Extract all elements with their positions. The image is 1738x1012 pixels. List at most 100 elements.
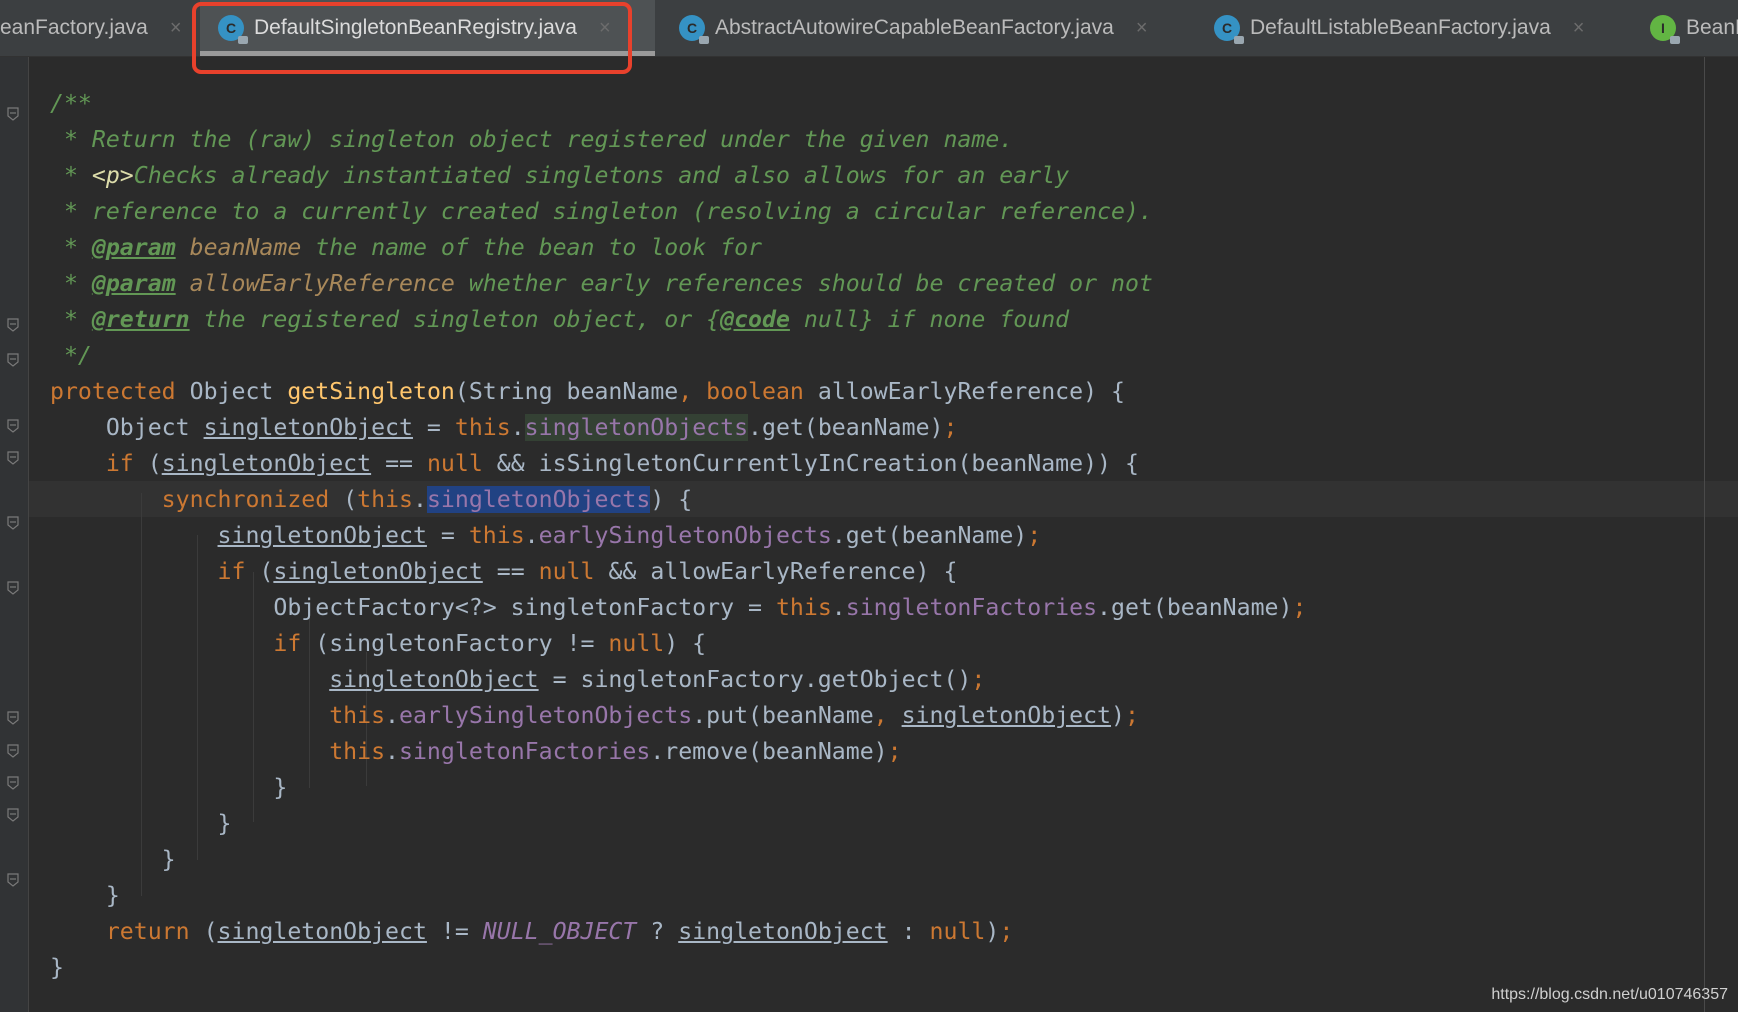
- code-line[interactable]: */: [50, 338, 1306, 374]
- fold-marker-icon[interactable]: [7, 710, 19, 725]
- code-token: <p>: [91, 162, 134, 189]
- tab-3[interactable]: C DefaultListableBeanFactory.java ×: [1196, 0, 1626, 56]
- code-token: .get(beanName): [748, 414, 944, 441]
- fold-marker-icon[interactable]: [7, 418, 19, 433]
- code-line[interactable]: /**: [50, 86, 1306, 122]
- lock-icon: [699, 36, 709, 44]
- code-line[interactable]: singletonObject = singletonFactory.getOb…: [50, 662, 1306, 698]
- code-line[interactable]: * <p>Checks already instantiated singlet…: [50, 158, 1306, 194]
- code-token: ) {: [650, 486, 693, 513]
- fold-marker-icon[interactable]: [7, 352, 19, 367]
- code-token: singletonObject: [161, 450, 372, 477]
- code-token: singletonObject: [217, 918, 427, 945]
- code-line[interactable]: * @param beanName the name of the bean t…: [50, 230, 1306, 266]
- code-token: :: [887, 918, 930, 945]
- code-token: this: [468, 522, 525, 549]
- code-token: , boolean: [678, 378, 818, 405]
- code-line[interactable]: if (singletonFactory != null) {: [50, 626, 1306, 662]
- code-content[interactable]: /** * Return the (raw) singleton object …: [50, 86, 1306, 986]
- code-token: @return: [91, 306, 190, 333]
- code-line[interactable]: return (singletonObject != NULL_OBJECT ?…: [50, 914, 1306, 950]
- code-token: Object: [50, 414, 204, 441]
- code-token: NULL_OBJECT: [482, 918, 637, 945]
- code-token: }: [50, 774, 288, 801]
- fold-marker-icon[interactable]: [7, 580, 19, 595]
- code-line[interactable]: ObjectFactory<?> singletonFactory = this…: [50, 590, 1306, 626]
- code-token: if: [50, 450, 148, 477]
- fold-marker-icon[interactable]: [7, 450, 19, 465]
- code-token: = singletonFactory.getObject(): [538, 666, 972, 693]
- code-line[interactable]: }: [50, 950, 1306, 986]
- code-line[interactable]: this.earlySingletonObjects.put(beanName,…: [50, 698, 1306, 734]
- code-token: singletonObject: [678, 918, 888, 945]
- code-line[interactable]: * @return the registered singleton objec…: [50, 302, 1306, 338]
- fold-marker-icon[interactable]: [7, 807, 19, 822]
- code-line[interactable]: singletonObject = this.earlySingletonObj…: [50, 518, 1306, 554]
- fold-marker-icon[interactable]: [7, 106, 19, 121]
- tab-2[interactable]: C AbstractAutowireCapableBeanFactory.java…: [661, 0, 1191, 56]
- code-token: singletonFactories: [399, 738, 651, 765]
- code-token: }: [50, 846, 176, 873]
- fold-marker-icon[interactable]: [7, 743, 19, 758]
- code-line[interactable]: protected Object getSingleton(String bea…: [50, 374, 1306, 410]
- fold-marker-icon[interactable]: [7, 872, 19, 887]
- code-line[interactable]: * @param allowEarlyReference whether ear…: [50, 266, 1306, 302]
- code-line[interactable]: }: [50, 842, 1306, 878]
- close-icon[interactable]: ×: [1136, 17, 1148, 40]
- code-token: ) {: [664, 630, 707, 657]
- code-token: whether early references should be creat…: [454, 270, 1153, 297]
- lock-icon: [1670, 36, 1680, 44]
- code-token: * Return the (raw) singleton object regi…: [50, 126, 1014, 153]
- code-token: */: [50, 342, 92, 369]
- watermark: https://blog.csdn.net/u010746357: [1491, 986, 1728, 1003]
- code-line[interactable]: }: [50, 806, 1306, 842]
- code-line[interactable]: }: [50, 878, 1306, 914]
- right-margin-guide: [1704, 57, 1705, 1012]
- code-line[interactable]: synchronized (this.singletonObjects) {: [50, 482, 1306, 518]
- code-line[interactable]: if (singletonObject == null && allowEarl…: [50, 554, 1306, 590]
- code-line[interactable]: this.singletonFactories.remove(beanName)…: [50, 734, 1306, 770]
- code-token: .remove(beanName): [650, 738, 888, 765]
- close-icon[interactable]: ×: [170, 17, 182, 40]
- lock-icon: [1234, 36, 1244, 44]
- code-token: singletonFactories: [845, 594, 1098, 621]
- code-token: .: [385, 702, 400, 729]
- close-icon[interactable]: ×: [1573, 17, 1585, 40]
- tab-4[interactable]: I BeanF: [1632, 0, 1738, 56]
- code-token: allowEarlyReference: [189, 270, 455, 297]
- code-token: (: [203, 918, 218, 945]
- code-token: =: [426, 522, 469, 549]
- fold-marker-icon[interactable]: [7, 515, 19, 530]
- code-token: ;: [943, 414, 958, 441]
- code-token: !=: [426, 918, 483, 945]
- fold-marker-icon[interactable]: [7, 775, 19, 790]
- code-token: .: [385, 738, 400, 765]
- code-token: *: [50, 234, 92, 261]
- code-token: beanName: [189, 234, 302, 261]
- code-token: ;: [971, 666, 986, 693]
- code-token: singletonObject: [273, 558, 483, 585]
- code-token: ==: [482, 558, 539, 585]
- code-token: singletonObject: [901, 702, 1111, 729]
- code-token: }: [50, 954, 64, 981]
- interface-icon: I: [1650, 15, 1680, 44]
- code-token: getSingleton: [287, 378, 455, 405]
- tab-0[interactable]: eanFactory.java ×: [0, 0, 190, 56]
- code-token: (: [147, 450, 162, 477]
- code-token: synchronized: [50, 486, 344, 513]
- code-token: singletonObjects: [426, 486, 651, 513]
- code-token: null: [538, 558, 609, 585]
- code-line[interactable]: if (singletonObject == null && isSinglet…: [50, 446, 1306, 482]
- fold-marker-icon[interactable]: [7, 317, 19, 332]
- code-line[interactable]: }: [50, 770, 1306, 806]
- code-token: Checks already instantiated singletons a…: [133, 162, 1070, 189]
- code-token: this: [775, 594, 832, 621]
- code-token: the name of the bean to look for: [301, 234, 762, 261]
- code-line[interactable]: Object singletonObject = this.singletonO…: [50, 410, 1306, 446]
- code-line[interactable]: * Return the (raw) singleton object regi…: [50, 122, 1306, 158]
- code-token: (String beanName: [454, 378, 679, 405]
- code-token: .get(beanName): [1097, 594, 1293, 621]
- code-line[interactable]: * reference to a currently created singl…: [50, 194, 1306, 230]
